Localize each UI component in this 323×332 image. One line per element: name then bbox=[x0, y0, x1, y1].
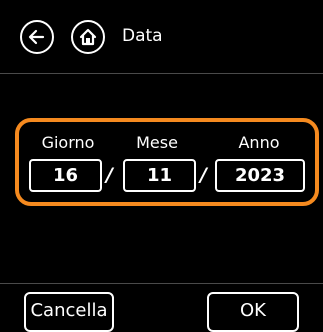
ok-button[interactable]: OK bbox=[207, 292, 299, 332]
day-field[interactable]: 16 bbox=[29, 159, 102, 192]
day-label: Giorno bbox=[41, 133, 95, 152]
back-arrow-icon bbox=[28, 29, 45, 45]
date-separator: / bbox=[200, 164, 207, 186]
cancel-button[interactable]: Cancella bbox=[24, 292, 114, 332]
year-field[interactable]: 2023 bbox=[215, 159, 305, 192]
page-title: Data bbox=[122, 26, 163, 46]
home-button[interactable] bbox=[71, 20, 105, 54]
back-button[interactable] bbox=[20, 20, 54, 54]
footer-divider bbox=[0, 283, 323, 284]
date-picker-panel: Giorno Mese Anno 16 / 11 / 2023 bbox=[15, 118, 319, 206]
month-field[interactable]: 11 bbox=[123, 159, 196, 192]
header-divider bbox=[0, 73, 323, 74]
year-label: Anno bbox=[238, 133, 280, 152]
header-bar: Data bbox=[0, 0, 323, 74]
date-separator: / bbox=[106, 164, 113, 186]
month-label: Mese bbox=[136, 133, 178, 152]
home-icon bbox=[79, 28, 97, 46]
